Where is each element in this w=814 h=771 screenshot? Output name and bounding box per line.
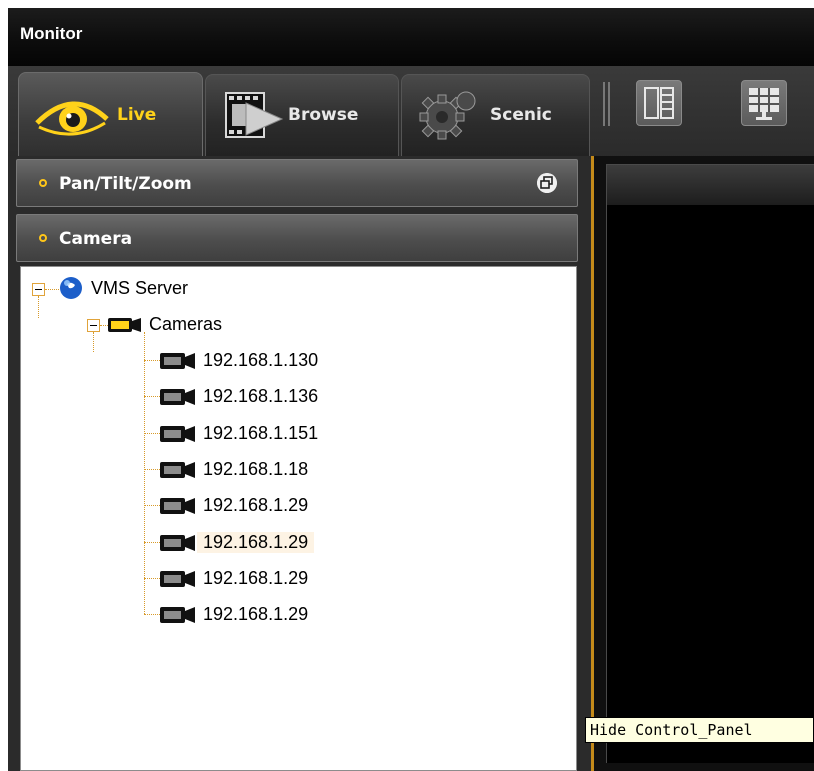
eye-icon	[35, 101, 109, 136]
camera-address-label: 192.168.1.29	[203, 568, 309, 588]
video-area	[591, 156, 814, 771]
camera-address-label: 192.168.1.29	[197, 532, 315, 553]
tab-browse[interactable]: Browse	[205, 74, 399, 156]
tree-connector	[45, 289, 59, 290]
tree-connector	[144, 469, 160, 470]
tab-scenic[interactable]: Scenic	[401, 74, 590, 156]
camera-icon	[160, 353, 195, 369]
tab-scenic-label: Scenic	[490, 105, 552, 125]
camera-address-label: 192.168.1.130	[203, 350, 319, 370]
tree-connector	[144, 332, 145, 614]
camera-icon	[160, 462, 195, 478]
camera-icon	[160, 389, 195, 405]
camera-panel-header[interactable]: Camera	[16, 214, 578, 262]
tree-connector	[144, 505, 160, 506]
camera-tree: VMS Server Cameras 192.168.1.130 192.168.…	[20, 266, 577, 771]
window-title: Monitor	[20, 24, 83, 43]
tab-live-label: Live	[117, 105, 157, 125]
camera-group-icon	[108, 318, 141, 332]
video-view-bar	[607, 165, 814, 205]
camera-address-label: 192.168.1.136	[203, 386, 319, 406]
globe-server-icon	[60, 277, 82, 299]
film-play-icon	[225, 92, 284, 138]
tree-connector	[144, 542, 160, 543]
camera-address-label: 192.168.1.151	[203, 423, 319, 443]
camera-panel-label: Camera	[59, 229, 133, 249]
monitor-grid-button[interactable]	[741, 80, 787, 126]
camera-icon	[160, 571, 195, 587]
title-bar: Monitor	[8, 8, 814, 66]
split-layout-button[interactable]	[636, 80, 682, 126]
tree-connector	[144, 614, 160, 615]
camera-icon	[160, 498, 195, 514]
monitor-window: Monitor Live Browse Scenic Pan/Tilt/Zoom…	[8, 8, 814, 771]
tree-connector	[144, 433, 160, 434]
monitor-grid-icon	[749, 88, 779, 120]
bullet-icon	[39, 234, 47, 242]
camera-icon	[160, 535, 195, 551]
gear-icon	[419, 91, 476, 140]
video-viewport	[606, 164, 814, 763]
tree-connector	[144, 578, 160, 579]
tab-browse-label: Browse	[288, 105, 359, 125]
collapse-server-toggle[interactable]	[32, 283, 45, 296]
camera-address-label: 192.168.1.29	[203, 495, 309, 515]
tree-connector	[93, 332, 94, 352]
hide-control-panel-tooltip: Hide Control_Panel	[585, 717, 814, 743]
cameras-label: Cameras	[149, 314, 223, 334]
camera-address-label: 192.168.1.29	[203, 604, 309, 624]
ptz-panel-label: Pan/Tilt/Zoom	[59, 174, 192, 194]
tab-live[interactable]: Live	[18, 72, 203, 156]
ptz-panel-header[interactable]: Pan/Tilt/Zoom	[16, 159, 578, 207]
float-window-icon[interactable]	[537, 173, 557, 193]
tree-connector	[144, 360, 160, 361]
tree-connector	[38, 296, 39, 318]
camera-address-label: 192.168.1.18	[203, 459, 309, 479]
camera-icon	[160, 426, 195, 442]
camera-icon	[160, 607, 195, 623]
collapse-cameras-toggle[interactable]	[87, 319, 100, 332]
tree-connector	[144, 396, 160, 397]
toolbar-grip	[603, 82, 610, 126]
bullet-icon	[39, 179, 47, 187]
server-label: VMS Server	[91, 278, 189, 298]
split-layout-icon	[644, 87, 674, 119]
